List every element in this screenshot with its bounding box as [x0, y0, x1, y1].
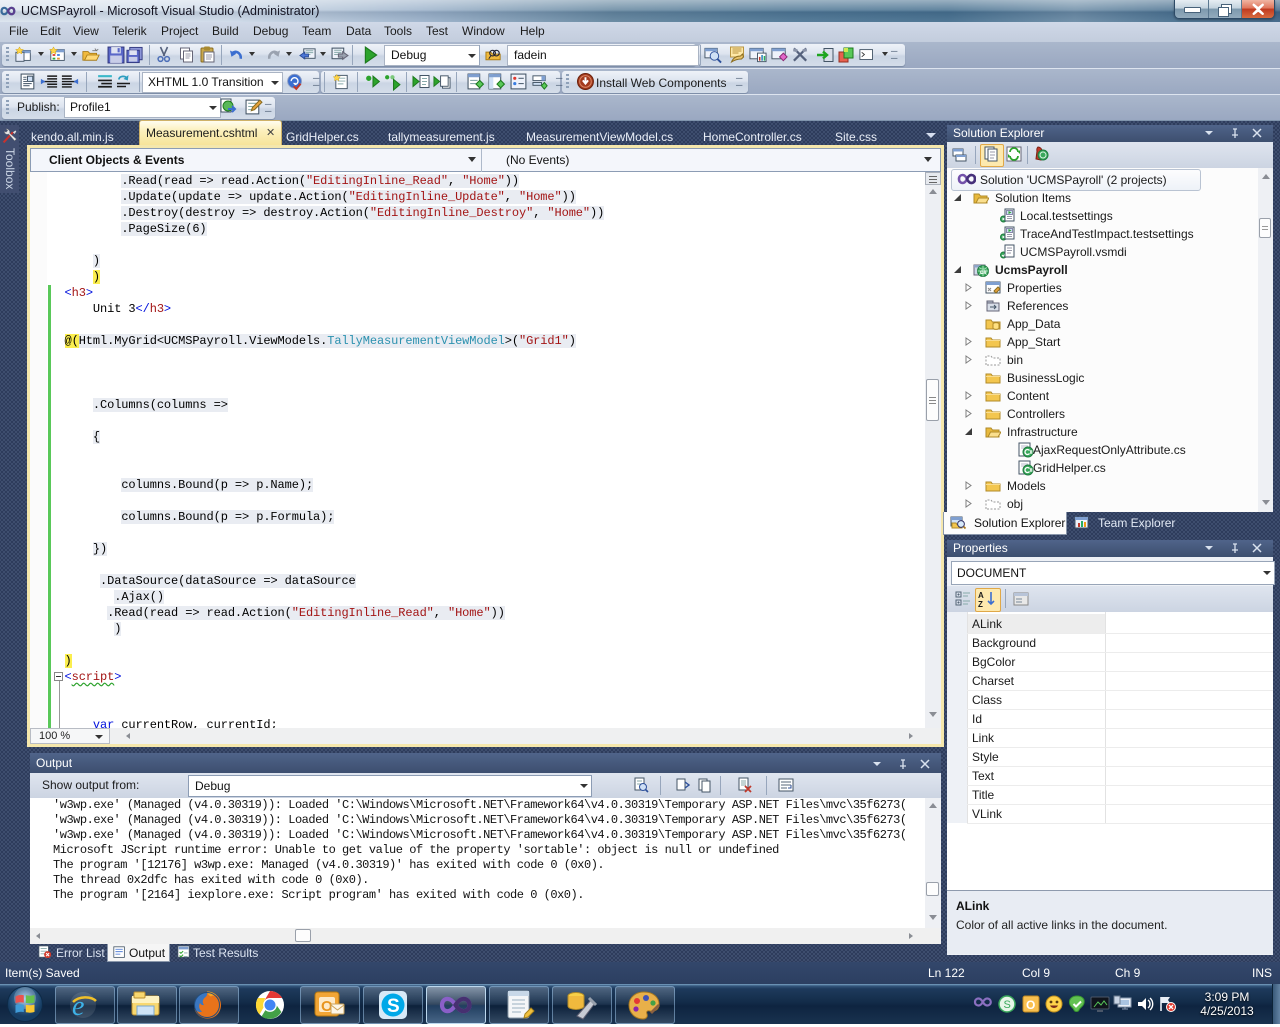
svg-text:S: S	[387, 996, 400, 1017]
svg-text:O: O	[1026, 998, 1035, 1012]
svg-text:Z: Z	[978, 600, 983, 608]
svg-text:A: A	[978, 591, 984, 600]
svg-text:e: e	[72, 991, 84, 1021]
svg-text:S: S	[1004, 999, 1011, 1011]
